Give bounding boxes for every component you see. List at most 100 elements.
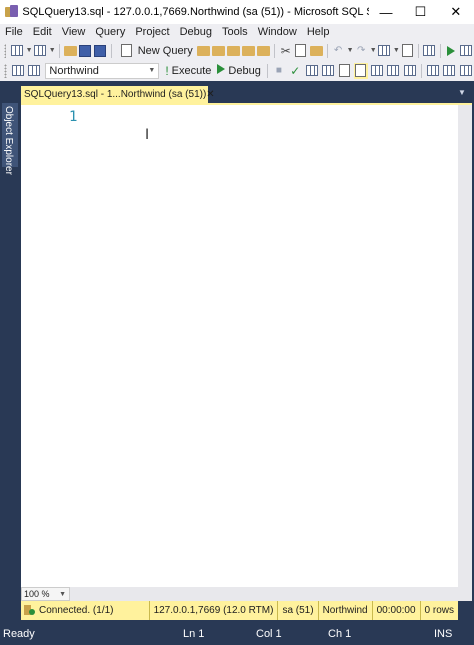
navigate-icon[interactable] xyxy=(378,43,391,59)
status-ready: Ready xyxy=(3,628,35,640)
open-file-icon[interactable] xyxy=(63,43,77,59)
toolbar-separator xyxy=(274,43,276,58)
new-project-icon[interactable] xyxy=(10,43,24,59)
cancel-query-icon[interactable]: ■ xyxy=(272,63,286,79)
menu-file[interactable]: File xyxy=(0,24,28,41)
database-engine-query-icon[interactable] xyxy=(196,43,210,59)
debug-play-icon xyxy=(217,64,226,77)
undo-dropdown-icon[interactable]: ▼ xyxy=(347,47,354,54)
xmla-query-icon[interactable] xyxy=(257,43,271,59)
title-bar: SQLQuery13.sql - 127.0.0.1,7669.Northwin… xyxy=(0,0,474,24)
close-button[interactable]: ✕ xyxy=(438,0,474,24)
save-icon[interactable] xyxy=(79,43,92,59)
execute-icon: ! xyxy=(165,63,169,78)
horizontal-scrollbar[interactable] xyxy=(70,587,458,601)
toolbar-grip[interactable] xyxy=(4,63,7,78)
connection-status-text: Connected. (1/1) xyxy=(39,605,114,616)
add-item-dropdown-icon[interactable]: ▼ xyxy=(49,47,56,54)
row-count: 0 rows xyxy=(419,601,458,620)
include-actual-plan-icon[interactable] xyxy=(370,63,384,79)
properties-icon[interactable] xyxy=(423,43,436,59)
user-info: sa (51) xyxy=(277,601,317,620)
selected-database: Northwind xyxy=(49,64,99,77)
status-bar: Ready Ln 1 Col 1 Ch 1 INS xyxy=(0,623,474,645)
query-editor[interactable]: 1 I xyxy=(21,105,458,587)
menu-project[interactable]: Project xyxy=(130,24,174,41)
parse-icon[interactable]: ✓ xyxy=(288,63,302,79)
menu-query[interactable]: Query xyxy=(90,24,130,41)
redo-dropdown-icon[interactable]: ▼ xyxy=(370,47,377,54)
toolbar-separator xyxy=(439,43,441,58)
cut-icon[interactable]: ✂ xyxy=(279,43,292,59)
vertical-scrollbar[interactable] xyxy=(458,105,472,587)
zoom-value: 100 % xyxy=(24,589,50,599)
toolbar-separator xyxy=(417,43,419,58)
add-item-icon[interactable] xyxy=(34,43,47,59)
line-number: 1 xyxy=(69,109,78,125)
status-char: Ch 1 xyxy=(328,628,352,640)
connection-status: Connected. (1/1) xyxy=(21,605,149,616)
menu-edit[interactable]: Edit xyxy=(28,24,57,41)
decrease-indent-icon[interactable] xyxy=(459,63,473,79)
new-query-icon xyxy=(119,43,135,59)
copy-icon[interactable] xyxy=(294,43,307,59)
new-query-label: New Query xyxy=(137,44,193,57)
toolbar-separator xyxy=(420,63,422,78)
uncomment-icon[interactable] xyxy=(442,63,456,79)
navigate-dropdown-icon[interactable]: ▼ xyxy=(393,47,400,54)
intellisense-icon[interactable] xyxy=(337,63,351,79)
client-statistics-icon[interactable] xyxy=(386,63,400,79)
server-info: 127.0.0.1,7669 (12.0 RTM) xyxy=(148,601,278,620)
new-query-button[interactable]: New Query xyxy=(118,43,193,59)
menu-help[interactable]: Help xyxy=(302,24,335,41)
comment-out-icon[interactable] xyxy=(426,63,440,79)
text-cursor-icon: I xyxy=(145,127,150,143)
object-explorer-tab-label[interactable]: Object Explorer xyxy=(3,106,14,175)
paste-icon[interactable] xyxy=(309,43,323,59)
chevron-down-icon: ▼ xyxy=(59,590,66,598)
mdx-query-icon[interactable] xyxy=(227,43,241,59)
toolbar-separator xyxy=(266,63,268,78)
toolbar-separator xyxy=(326,43,328,58)
menu-view[interactable]: View xyxy=(57,24,91,41)
toolbar-grip[interactable] xyxy=(4,43,7,58)
ssms-app-icon xyxy=(5,5,18,19)
find-icon[interactable] xyxy=(401,43,414,59)
maximize-button[interactable]: ☐ xyxy=(403,0,437,24)
document-tab-sqlquery13[interactable]: SQLQuery13.sql - 1...Northwind (sa (51))… xyxy=(21,86,215,103)
connect-icon[interactable] xyxy=(11,63,25,79)
menu-tools[interactable]: Tools xyxy=(217,24,253,41)
new-project-dropdown-icon[interactable]: ▼ xyxy=(26,47,33,54)
solution-explorer-icon[interactable] xyxy=(460,43,473,59)
document-tab-label: SQLQuery13.sql - 1...Northwind (sa (51)) xyxy=(24,89,207,100)
database-info: Northwind xyxy=(317,601,372,620)
menu-window[interactable]: Window xyxy=(253,24,302,41)
status-line: Ln 1 xyxy=(183,628,205,640)
close-tab-icon[interactable]: ✕ xyxy=(206,89,214,100)
execute-label: Execute xyxy=(171,64,212,77)
query-status-bar: Connected. (1/1) 127.0.0.1,7669 (12.0 RT… xyxy=(21,601,458,620)
menu-bar: File Edit View Query Project Debug Tools… xyxy=(0,24,474,41)
redo-icon[interactable]: ↷ xyxy=(355,43,368,59)
window-title: SQLQuery13.sql - 127.0.0.1,7669.Northwin… xyxy=(22,6,368,18)
results-to-text-icon[interactable] xyxy=(353,62,368,79)
execute-button[interactable]: ! Execute xyxy=(165,64,211,78)
analysis-services-query-icon[interactable] xyxy=(211,43,225,59)
change-connection-icon[interactable] xyxy=(27,63,41,79)
connected-icon xyxy=(24,605,35,616)
display-estimated-plan-icon[interactable] xyxy=(304,63,318,79)
undo-icon[interactable]: ↶ xyxy=(332,43,345,59)
tab-overflow-chevron-icon[interactable]: ▼ xyxy=(458,88,466,97)
status-column: Col 1 xyxy=(256,628,282,640)
zoom-dropdown[interactable]: 100 % ▼ xyxy=(21,587,70,601)
query-designer-icon[interactable] xyxy=(321,63,335,79)
dmx-query-icon[interactable] xyxy=(242,43,256,59)
save-all-icon[interactable] xyxy=(94,43,107,59)
debug-button[interactable]: Debug xyxy=(217,64,261,77)
menu-debug[interactable]: Debug xyxy=(175,24,217,41)
toolbar-separator xyxy=(110,43,112,58)
minimize-button[interactable]: — xyxy=(369,0,403,24)
results-to-grid-icon[interactable] xyxy=(403,63,417,79)
available-databases-dropdown[interactable]: Northwind ▼ xyxy=(45,62,160,79)
start-icon[interactable] xyxy=(445,43,458,59)
